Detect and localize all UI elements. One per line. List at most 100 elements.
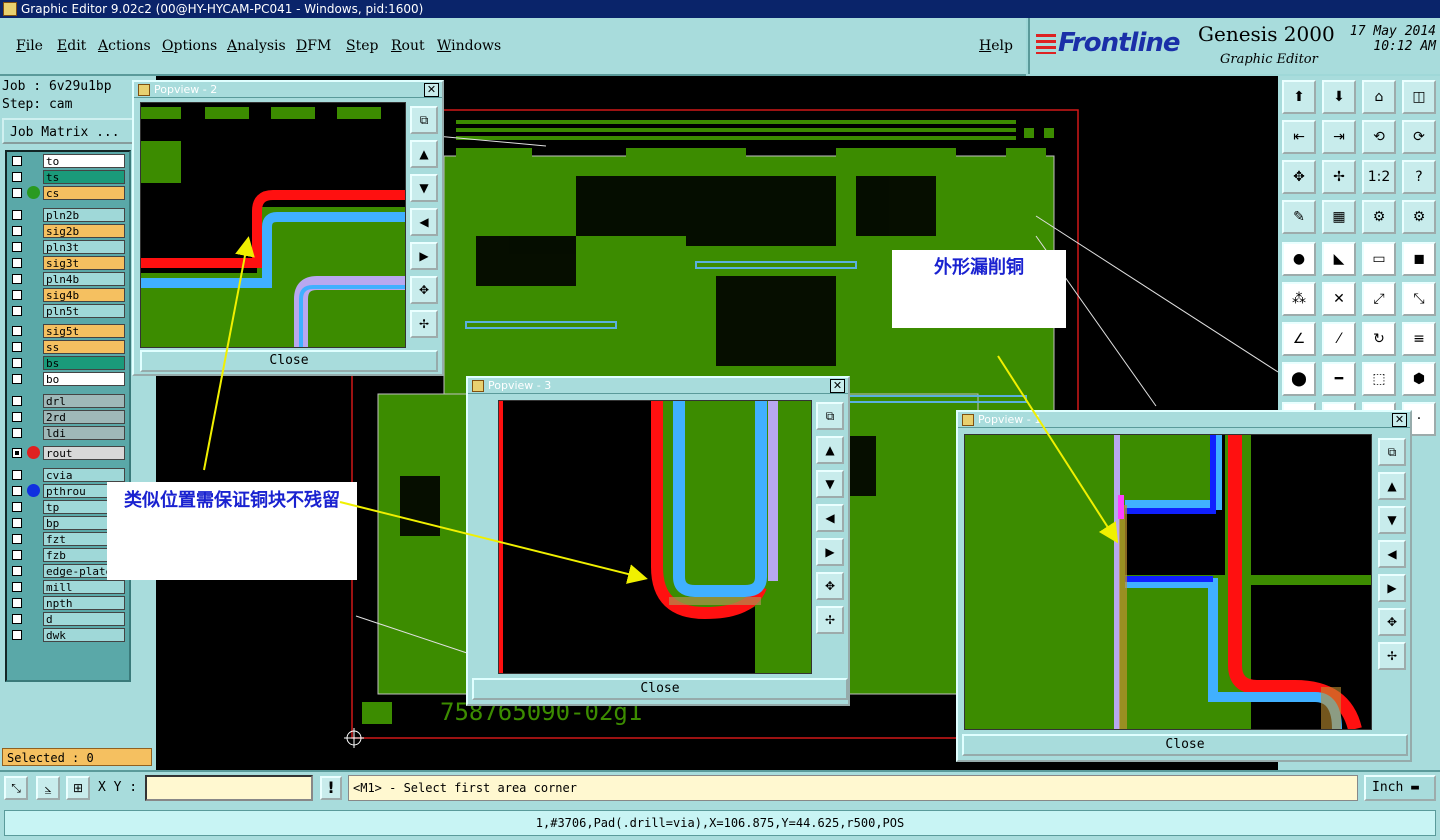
layer-checkbox[interactable] bbox=[12, 188, 22, 198]
layer-checkbox[interactable] bbox=[12, 396, 22, 406]
layer-checkbox[interactable] bbox=[12, 550, 22, 560]
layer-checkbox[interactable] bbox=[12, 290, 22, 300]
copy-icon[interactable]: ⤡ bbox=[1402, 282, 1436, 316]
popview-pan-right-button[interactable]: ▶ bbox=[816, 538, 844, 566]
layer-name[interactable]: ts bbox=[43, 170, 125, 184]
layer-checkbox[interactable] bbox=[12, 502, 22, 512]
popview-zoom-fit-button[interactable]: ⧉ bbox=[816, 402, 844, 430]
layer-row-drl[interactable]: drl bbox=[9, 394, 127, 408]
layer-row-to[interactable]: to bbox=[9, 154, 127, 168]
layer-name[interactable]: sig5t bbox=[43, 324, 125, 338]
layer-name[interactable]: pln3t bbox=[43, 240, 125, 254]
snap-icon[interactable]: ⤡ bbox=[4, 776, 28, 800]
layer-name[interactable]: mill bbox=[43, 580, 125, 594]
popview-zoom-out-button[interactable]: ✢ bbox=[1378, 642, 1406, 670]
layer-checkbox[interactable] bbox=[12, 582, 22, 592]
layer-checkbox[interactable] bbox=[12, 358, 22, 368]
layer-checkbox[interactable] bbox=[12, 598, 22, 608]
popview-1-view[interactable] bbox=[964, 434, 1372, 730]
popview-zoom-in-button[interactable]: ✥ bbox=[410, 276, 438, 304]
layer-checkbox[interactable] bbox=[12, 630, 22, 640]
layer-row-sig2b[interactable]: sig2b bbox=[9, 224, 127, 238]
layer-checkbox[interactable] bbox=[12, 258, 22, 268]
popview-zoom-out-button[interactable]: ✢ bbox=[816, 606, 844, 634]
layer-row-sig3t[interactable]: sig3t bbox=[9, 256, 127, 270]
popview-pan-right-button[interactable]: ▶ bbox=[1378, 574, 1406, 602]
popview-2-close-button[interactable]: Close bbox=[140, 350, 438, 372]
bar-icon[interactable]: ━ bbox=[1322, 362, 1356, 396]
layer-name[interactable]: 2rd bbox=[43, 410, 125, 424]
ruler-icon[interactable]: ▭ bbox=[1362, 242, 1396, 276]
layer-row-mill[interactable]: mill bbox=[9, 580, 127, 594]
popview-pan-left-button[interactable]: ◀ bbox=[410, 208, 438, 236]
layer-checkbox[interactable] bbox=[12, 448, 22, 458]
pad-icon[interactable]: ● bbox=[1282, 242, 1316, 276]
popview-pan-right-button[interactable]: ▶ bbox=[410, 242, 438, 270]
layer-checkbox[interactable] bbox=[12, 210, 22, 220]
layer-name[interactable]: to bbox=[43, 154, 125, 168]
delete-icon[interactable]: ✕ bbox=[1322, 282, 1356, 316]
layer-name[interactable]: ldi bbox=[43, 426, 125, 440]
layer-row-cs[interactable]: cs bbox=[9, 186, 127, 200]
layer-checkbox[interactable] bbox=[12, 614, 22, 624]
popview-zoom-in-button[interactable]: ✥ bbox=[816, 572, 844, 600]
rotate-cw-icon[interactable]: ⟳ bbox=[1402, 120, 1436, 154]
layer-name[interactable]: cs bbox=[43, 186, 125, 200]
layer-name[interactable]: drl bbox=[43, 394, 125, 408]
popview-3-window[interactable]: Popview - 3 ✕ ⧉ ▲ ▼ ◀ ▶ ✥ ✢ Close bbox=[466, 376, 850, 706]
layer-row-npth[interactable]: npth bbox=[9, 596, 127, 610]
line-icon[interactable]: ◣ bbox=[1322, 242, 1356, 276]
layer-name[interactable]: sig4b bbox=[43, 288, 125, 302]
connect-icon[interactable]: ⁂ bbox=[1282, 282, 1316, 316]
menu-actions[interactable]: Actions bbox=[98, 38, 151, 54]
layer-checkbox[interactable] bbox=[12, 342, 22, 352]
layer-name[interactable]: rout bbox=[43, 446, 125, 460]
layer-row-ss[interactable]: ss bbox=[9, 340, 127, 354]
popview-2-window[interactable]: Popview - 2 ✕ ⧉ ▲ ▼ ◀ ▶ ✥ ✢ Close bbox=[132, 80, 444, 376]
zoom-out-icon[interactable]: ✢ bbox=[1322, 160, 1356, 194]
rotate-ccw-icon[interactable]: ⟲ bbox=[1362, 120, 1396, 154]
layer-checkbox[interactable] bbox=[12, 326, 22, 336]
zoom-in-icon[interactable]: ✥ bbox=[1282, 160, 1316, 194]
menu-help[interactable]: Help bbox=[979, 38, 1013, 54]
layer-row-d[interactable]: d bbox=[9, 612, 127, 626]
zoom-home-icon[interactable]: ⬆ bbox=[1282, 80, 1316, 114]
menu-file[interactable]: File bbox=[16, 38, 43, 54]
job-matrix-button[interactable]: Job Matrix ... bbox=[2, 118, 152, 144]
menu-step[interactable]: Step bbox=[346, 38, 378, 54]
layer-row-sig5t[interactable]: sig5t bbox=[9, 324, 127, 338]
layer-name[interactable]: sig3t bbox=[43, 256, 125, 270]
popview-zoom-fit-button[interactable]: ⧉ bbox=[1378, 438, 1406, 466]
layer-name[interactable]: sig2b bbox=[43, 224, 125, 238]
layer-checkbox[interactable] bbox=[12, 156, 22, 166]
grid-icon[interactable]: ▦ bbox=[1322, 200, 1356, 234]
shapes-icon[interactable]: ⬢ bbox=[1402, 362, 1436, 396]
popview-3-close-x[interactable]: ✕ bbox=[830, 379, 845, 393]
settings-a-icon[interactable]: ⚙ bbox=[1362, 200, 1396, 234]
scale-half-icon[interactable]: 1:2 bbox=[1362, 160, 1396, 194]
layer-checkbox[interactable] bbox=[12, 226, 22, 236]
menu-windows[interactable]: Windows bbox=[437, 38, 501, 54]
popview-1-window[interactable]: Popview - 1 ✕ ⧉ ▲ ▼ ◀ ▶ ✥ ✢ Close bbox=[956, 410, 1412, 762]
layer-row-bo[interactable]: bo bbox=[9, 372, 127, 386]
pan-left-icon[interactable]: ⇤ bbox=[1282, 120, 1316, 154]
popview-pan-down-button[interactable]: ▼ bbox=[410, 174, 438, 202]
zoom-page-icon[interactable]: ⬇ bbox=[1322, 80, 1356, 114]
menu-analysis[interactable]: Analysis bbox=[227, 38, 286, 54]
layer-checkbox[interactable] bbox=[12, 428, 22, 438]
layer-checkbox[interactable] bbox=[12, 374, 22, 384]
popview-1-close-x[interactable]: ✕ bbox=[1392, 413, 1407, 427]
measure-icon[interactable]: ✎ bbox=[1282, 200, 1316, 234]
layer-checkbox[interactable] bbox=[12, 518, 22, 528]
popview-2-close-x[interactable]: ✕ bbox=[424, 83, 439, 97]
popview-1-close-button[interactable]: Close bbox=[962, 734, 1408, 756]
layer-row-pln5t[interactable]: pln5t bbox=[9, 304, 127, 318]
pan-right-icon[interactable]: ⇥ bbox=[1322, 120, 1356, 154]
layer-name[interactable]: npth bbox=[43, 596, 125, 610]
layer-checkbox[interactable] bbox=[12, 566, 22, 576]
square-pad-icon[interactable]: ◼ bbox=[1402, 242, 1436, 276]
window-icon[interactable]: ◫ bbox=[1402, 80, 1436, 114]
layer-row-pln4b[interactable]: pln4b bbox=[9, 272, 127, 286]
layer-checkbox[interactable] bbox=[12, 534, 22, 544]
layer-name[interactable]: cvia bbox=[43, 468, 125, 482]
